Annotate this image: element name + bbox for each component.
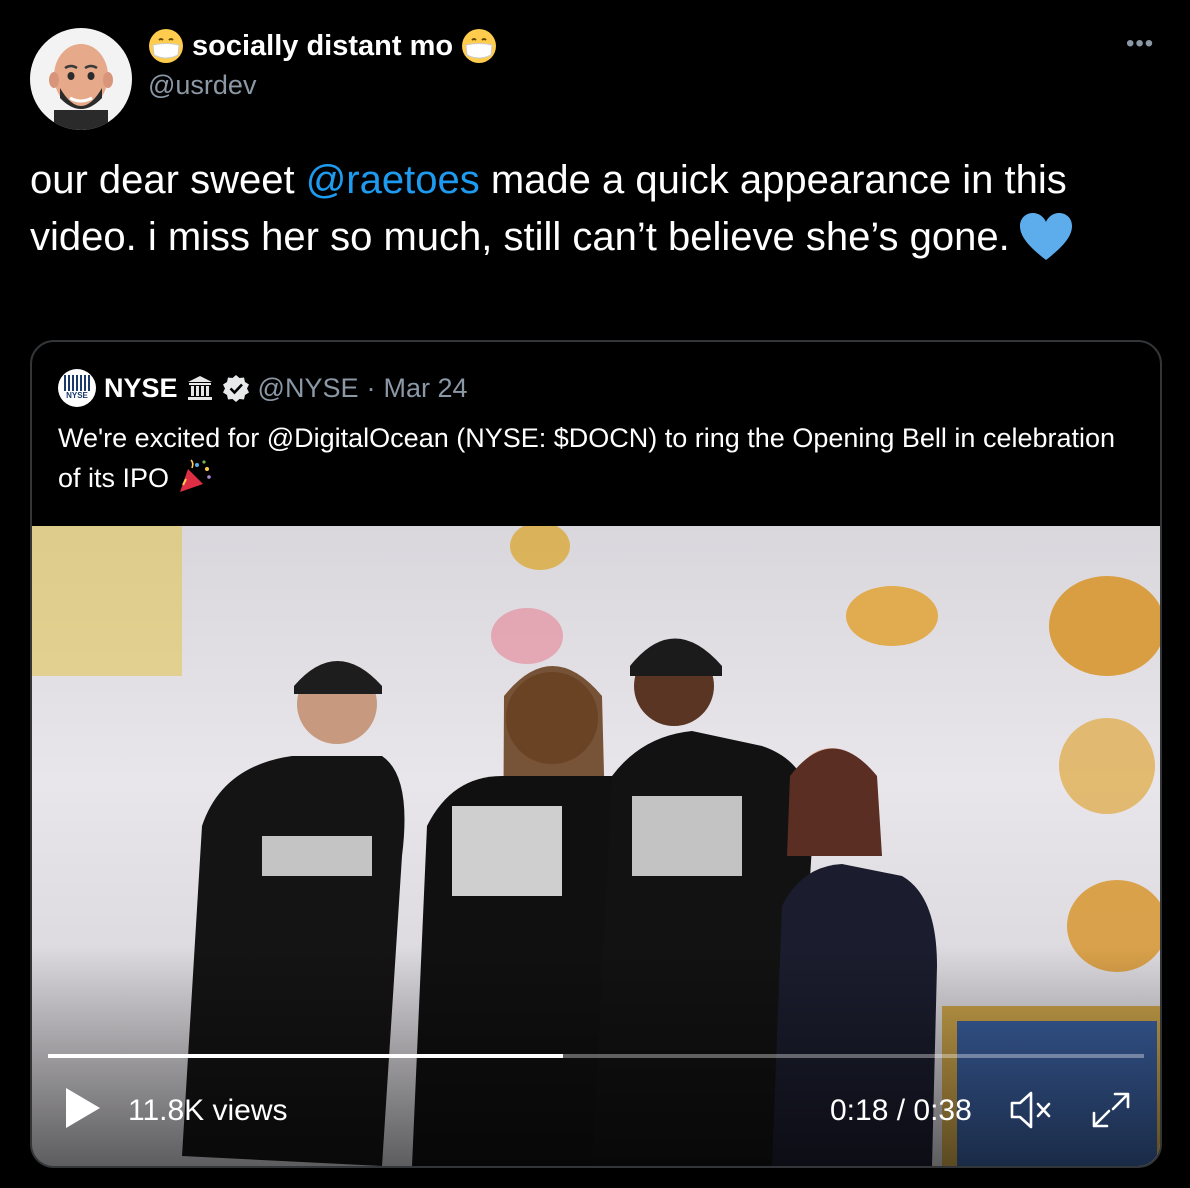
nyse-logo-text: NYSE <box>66 391 88 400</box>
quoted-tweet-header: NYSE NYSE @NYSE · Mar 24 <box>58 368 468 408</box>
blue-heart-emoji-icon <box>1019 213 1072 260</box>
nyse-logo-avatar[interactable]: NYSE <box>58 369 96 407</box>
face-with-mask-emoji-icon <box>149 29 183 63</box>
classical-building-emoji-icon <box>187 376 212 400</box>
tweet-text: our dear sweet @raetoes made a quick app… <box>30 152 1140 266</box>
nyse-logo-bars <box>64 375 90 391</box>
avatar[interactable] <box>30 28 132 130</box>
muted-speaker-icon[interactable] <box>1008 1088 1054 1132</box>
quoted-handle[interactable]: @NYSE <box>258 373 359 404</box>
quoted-date[interactable]: Mar 24 <box>383 373 467 404</box>
quoted-display-name[interactable]: NYSE <box>104 373 178 404</box>
party-popper-emoji-icon <box>179 459 211 492</box>
display-name-text: socially distant mo <box>192 29 454 62</box>
quoted-text-body: We're excited for @DigitalOcean (NYSE: $… <box>58 423 1116 493</box>
video-progress-fill <box>48 1054 564 1058</box>
quoted-tweet-text: We're excited for @DigitalOcean (NYSE: $… <box>58 418 1138 498</box>
video-player[interactable]: 11.8K views 0:18 / 0:38 <box>32 526 1160 1166</box>
view-count: 11.8K views <box>128 1094 288 1127</box>
face-with-mask-emoji-icon <box>462 29 497 63</box>
video-progress-bar[interactable] <box>48 1054 1144 1058</box>
mention-link[interactable]: @raetoes <box>306 158 480 202</box>
more-icon[interactable]: ••• <box>1126 30 1154 58</box>
verified-badge-icon <box>222 375 249 402</box>
tweet-text-start: our dear sweet <box>30 158 306 202</box>
video-time: 0:18 / 0:38 <box>830 1094 972 1127</box>
play-icon[interactable] <box>62 1086 102 1130</box>
meta-separator: · <box>366 372 376 403</box>
author-display-name[interactable]: socially distant mo <box>148 26 497 66</box>
author-handle[interactable]: @usrdev <box>148 70 256 101</box>
fullscreen-icon[interactable] <box>1090 1090 1132 1130</box>
quoted-tweet[interactable]: NYSE NYSE @NYSE · Mar 24 We're excited f… <box>30 340 1162 1168</box>
